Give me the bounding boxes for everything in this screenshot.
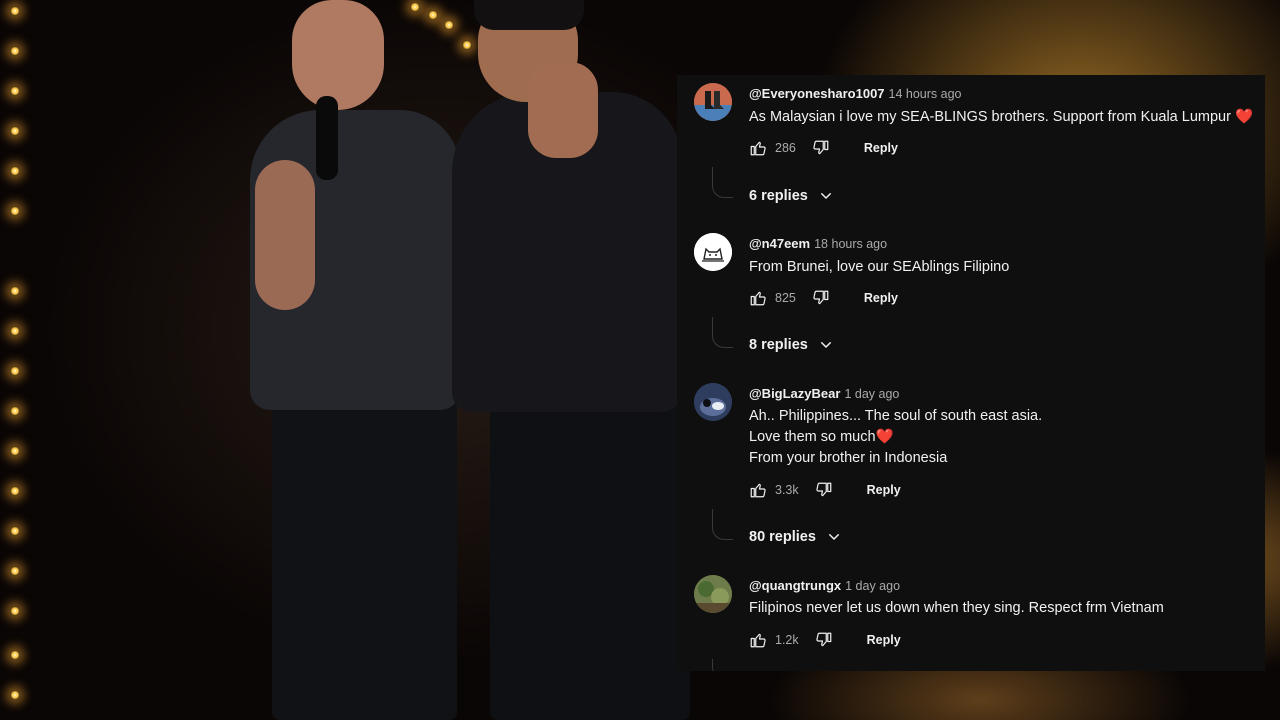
- comment-time[interactable]: 14 hours ago: [889, 87, 962, 101]
- thread-connector: [712, 317, 733, 348]
- performer-figure-legs: [490, 395, 690, 720]
- replies-label: 6 replies: [749, 188, 808, 204]
- replies-label: 80 replies: [749, 529, 816, 545]
- thread-connector: [712, 167, 733, 198]
- shoes-avatar-icon: [694, 83, 732, 121]
- comment-text-line: Love them so much❤️: [749, 427, 1042, 448]
- comment-text-body: As Malaysian i love my SEA-BLINGS brothe…: [749, 109, 1231, 125]
- view-replies-button[interactable]: 80 replies: [749, 529, 842, 545]
- view-replies-button[interactable]: 6 replies: [749, 188, 834, 204]
- heart-emoji: ❤️: [875, 429, 894, 445]
- thread-connector: [712, 509, 733, 540]
- chevron-down-icon: [820, 341, 832, 349]
- like-count: 3.3k: [775, 483, 799, 497]
- comment-time[interactable]: 18 hours ago: [814, 237, 887, 251]
- comment-text: As Malaysian i love my SEA-BLINGS brothe…: [749, 107, 1253, 128]
- reply-button[interactable]: Reply: [867, 633, 901, 647]
- comment-author[interactable]: @quangtrungx: [749, 578, 841, 593]
- comment-text: Ah.. Philippines... The soul of south ea…: [749, 406, 1042, 469]
- comment-author[interactable]: @BigLazyBear: [749, 386, 840, 401]
- comment-time[interactable]: 1 day ago: [844, 387, 899, 401]
- thumbs-down-icon[interactable]: [815, 481, 833, 499]
- reply-button[interactable]: Reply: [864, 291, 898, 305]
- thumbs-up-icon[interactable]: [749, 631, 767, 649]
- avatar[interactable]: [694, 233, 732, 271]
- view-replies-button[interactable]: 8 replies: [749, 337, 834, 353]
- replies-label: 8 replies: [749, 337, 808, 353]
- host-arm: [255, 160, 315, 310]
- like-count: 1.2k: [775, 633, 799, 647]
- comment-author[interactable]: @n47eem: [749, 236, 810, 251]
- heart-emoji: ❤️: [1234, 109, 1254, 125]
- comment-author[interactable]: @Everyonesharo1007: [749, 86, 885, 101]
- chevron-down-icon: [828, 533, 840, 541]
- comments-panel: @Everyonesharo1007 14 hours ago As Malays…: [677, 75, 1265, 671]
- cat-avatar-icon: [694, 233, 732, 271]
- comment-text: Filipinos never let us down when they si…: [749, 600, 1164, 616]
- thumbs-down-icon[interactable]: [815, 631, 833, 649]
- comment-text-line-body: Love them so much: [749, 429, 876, 445]
- like-count: 286: [775, 141, 796, 155]
- performer-hair: [474, 0, 584, 30]
- like-count: 825: [775, 291, 796, 305]
- thumbs-up-icon[interactable]: [749, 289, 767, 307]
- thumbs-up-icon[interactable]: [749, 139, 767, 157]
- reply-button[interactable]: Reply: [864, 141, 898, 155]
- microphone: [316, 96, 338, 180]
- stage-lights-left: [6, 0, 28, 720]
- bear-avatar-icon: [694, 383, 732, 421]
- comment-text-line: From your brother in Indonesia: [749, 450, 948, 466]
- nature-avatar-icon: [694, 575, 732, 613]
- chevron-down-icon: [820, 192, 832, 200]
- reply-button[interactable]: Reply: [867, 483, 901, 497]
- thumbs-up-icon[interactable]: [749, 481, 767, 499]
- thumbs-down-icon[interactable]: [812, 289, 830, 307]
- host-figure-legs: [272, 395, 457, 720]
- host-head: [292, 0, 384, 110]
- performer-hands: [528, 62, 598, 158]
- thread-connector: [712, 659, 733, 671]
- comment-text-line: Ah.. Philippines... The soul of south ea…: [749, 408, 1043, 424]
- thumbs-down-icon[interactable]: [812, 139, 830, 157]
- avatar[interactable]: [694, 575, 732, 613]
- comment-time[interactable]: 1 day ago: [845, 579, 900, 593]
- avatar[interactable]: [694, 83, 732, 121]
- comment-text: From Brunei, love our SEAblings Filipino: [749, 259, 1010, 275]
- avatar[interactable]: [694, 383, 732, 421]
